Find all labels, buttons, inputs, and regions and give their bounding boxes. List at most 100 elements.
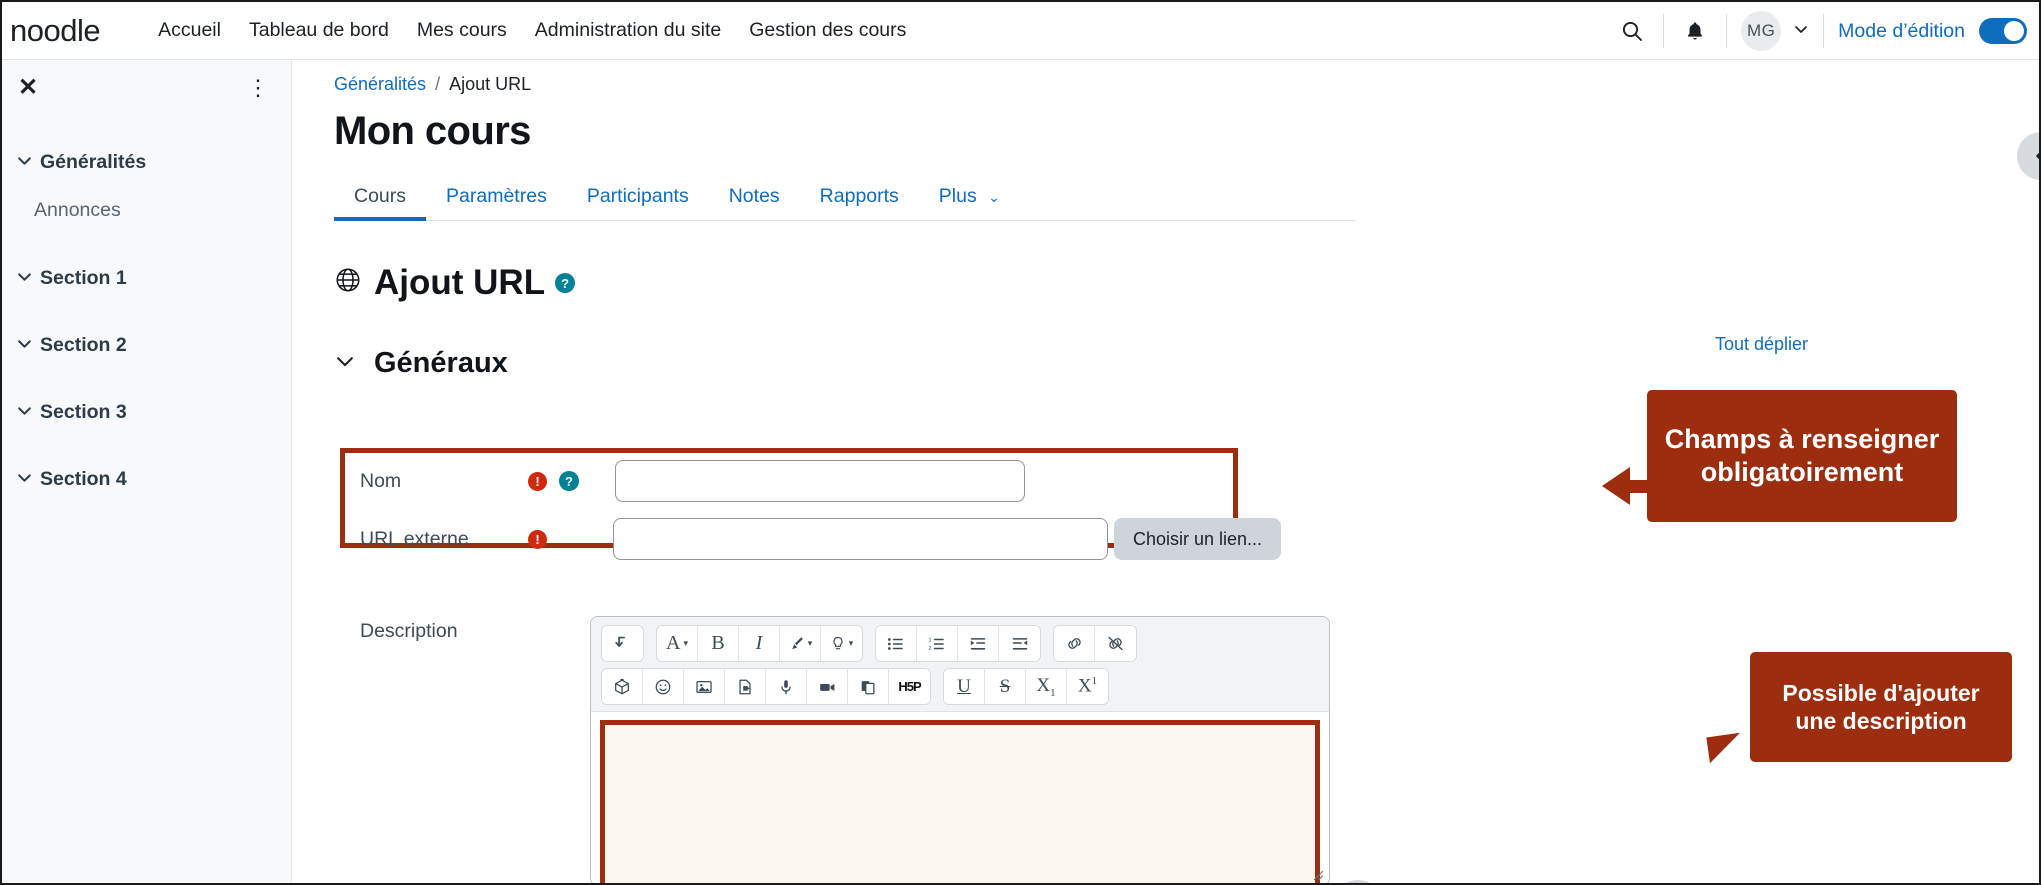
site-logo[interactable]: noodle xyxy=(10,13,101,49)
globe-icon xyxy=(334,263,362,303)
browser-window: noodle Accueil Tableau de bord Mes cours… xyxy=(0,0,2041,885)
user-menu-chevron-down-icon[interactable] xyxy=(1793,21,1809,42)
svg-text:1: 1 xyxy=(928,637,931,643)
expand-all-link[interactable]: Tout déplier xyxy=(1715,334,1808,355)
chevron-down-icon xyxy=(16,469,40,491)
image-icon[interactable] xyxy=(684,669,725,704)
required-indicator-icon[interactable]: ! xyxy=(528,529,547,549)
tab-label: Plus xyxy=(938,185,977,207)
chevron-down-icon xyxy=(16,152,40,174)
undo-redo-icon[interactable] xyxy=(602,626,643,661)
cube-3d-icon[interactable] xyxy=(602,669,643,704)
avatar[interactable]: MG xyxy=(1741,11,1782,51)
tab-label: Notes xyxy=(728,185,780,207)
superscript-icon[interactable]: X1 xyxy=(1067,669,1108,704)
text-style-icon[interactable]: A ▾ xyxy=(657,626,698,661)
sidebar-item-section-1[interactable]: Section 1 xyxy=(2,252,291,305)
edit-mode-toggle[interactable] xyxy=(1979,18,2027,44)
underline-icon[interactable]: U xyxy=(944,669,985,704)
breadcrumb-separator: / xyxy=(435,74,441,94)
sidebar-item-annonces[interactable]: Annonces xyxy=(2,189,291,232)
nav-link-mes-cours[interactable]: Mes cours xyxy=(403,19,521,42)
chevron-down-icon xyxy=(16,268,40,290)
tab-plus[interactable]: Plus ⌄ xyxy=(919,176,1020,220)
nav-link-tableau-de-bord[interactable]: Tableau de bord xyxy=(235,19,403,42)
navbar-right-actions: MG Mode d’édition xyxy=(1615,2,2027,60)
chevron-down-icon xyxy=(16,402,40,424)
video-camera-icon[interactable] xyxy=(807,669,848,704)
link-icon[interactable] xyxy=(1054,626,1095,661)
accessibility-bulb-icon[interactable]: ▾ xyxy=(821,626,862,661)
sidebar-item-section-4[interactable]: Section 4 xyxy=(2,453,291,506)
tab-participants[interactable]: Participants xyxy=(567,176,709,220)
notifications-bell-icon[interactable] xyxy=(1678,14,1712,48)
editor-toolbar-row-1: A ▾ B I ▾ ▾ 1 2 xyxy=(601,625,1319,662)
bulleted-list-icon[interactable] xyxy=(876,626,917,661)
numbered-list-icon[interactable]: 12 xyxy=(917,626,958,661)
tab-cours[interactable]: Cours xyxy=(334,176,427,221)
indent-icon[interactable] xyxy=(999,626,1040,661)
tab-notes[interactable]: Notes xyxy=(709,176,800,220)
help-icon[interactable]: ? xyxy=(555,273,576,293)
italic-icon[interactable]: I xyxy=(739,626,780,661)
nav-link-accueil[interactable]: Accueil xyxy=(144,19,235,42)
toolbar-group-format: U S X1 X1 xyxy=(943,668,1109,705)
h5p-icon[interactable]: H5P xyxy=(889,669,930,704)
description-textarea[interactable] xyxy=(600,720,1320,883)
nav-link-gestion-des-cours[interactable]: Gestion des cours xyxy=(735,19,920,42)
breadcrumb: Généralités / Ajout URL xyxy=(292,60,2039,95)
tab-rapports[interactable]: Rapports xyxy=(800,176,919,220)
tab-label: Participants xyxy=(586,185,689,207)
help-icon[interactable]: ? xyxy=(559,471,579,491)
field-row-nom: Nom ! ? xyxy=(360,460,1025,502)
field-label-description: Description xyxy=(360,620,458,642)
sidebar-item-label: Section 2 xyxy=(40,334,127,356)
annotation-callout-description: Possible d'ajouter une description xyxy=(1750,652,2012,762)
h5p-label: H5P xyxy=(898,679,921,694)
kebab-menu-icon[interactable]: ⋮ xyxy=(247,77,269,99)
navbar-divider-1 xyxy=(1663,14,1665,48)
primary-nav: Accueil Tableau de bord Mes cours Admini… xyxy=(144,19,920,42)
bold-icon[interactable]: B xyxy=(698,626,739,661)
breadcrumb-link-generalites[interactable]: Généralités xyxy=(334,74,426,95)
nom-input[interactable] xyxy=(615,460,1025,502)
paste-clipboard-icon[interactable] xyxy=(848,669,889,704)
tab-label: Paramètres xyxy=(446,185,547,207)
chevron-down-icon[interactable] xyxy=(334,350,356,378)
form-group-title: Généraux xyxy=(374,347,508,379)
sidebar-header: ✕ ⋮ xyxy=(2,60,291,110)
unlink-icon[interactable] xyxy=(1095,626,1136,661)
subscript-icon[interactable]: X1 xyxy=(1026,669,1067,704)
choisir-un-lien-button[interactable]: Choisir un lien... xyxy=(1114,518,1282,560)
tab-parametres[interactable]: Paramètres xyxy=(426,176,567,220)
toolbar-group-lists: 12 xyxy=(875,625,1041,662)
microphone-icon[interactable] xyxy=(766,669,807,704)
emoji-icon[interactable] xyxy=(643,669,684,704)
search-icon[interactable] xyxy=(1615,14,1649,48)
sidebar-item-label: Généralités xyxy=(40,151,147,173)
course-index-sidebar: ✕ ⋮ Généralités Annonces Section 1 Secti… xyxy=(2,60,292,883)
breadcrumb-current: Ajout URL xyxy=(449,74,532,94)
strikethrough-icon[interactable]: S xyxy=(985,669,1026,704)
edit-mode-label[interactable]: Mode d’édition xyxy=(1838,20,1965,43)
annotation-callout-required-fields: Champs à renseigner obligatoirement xyxy=(1647,390,1957,522)
media-file-icon[interactable] xyxy=(725,669,766,704)
nav-link-administration-du-site[interactable]: Administration du site xyxy=(521,19,735,42)
svg-text:2: 2 xyxy=(928,645,931,651)
callout-1-arrow xyxy=(1602,467,1630,505)
highlight-brush-icon[interactable]: ▾ xyxy=(780,626,821,661)
activity-heading-text: Ajout URL xyxy=(374,263,546,302)
help-floating-button[interactable]: ? xyxy=(1334,880,1382,883)
toolbar-group-text: A ▾ B I ▾ ▾ xyxy=(656,625,863,662)
url-externe-input[interactable] xyxy=(613,518,1108,560)
sidebar-item-generalites[interactable]: Généralités xyxy=(2,136,291,189)
close-icon[interactable]: ✕ xyxy=(18,76,38,100)
toolbar-group-undo xyxy=(601,625,644,662)
required-indicator-icon[interactable]: ! xyxy=(528,471,547,491)
outdent-icon[interactable] xyxy=(958,626,999,661)
editor-toolbar-row-2: H5P U S X1 X1 xyxy=(601,668,1319,705)
description-editor: A ▾ B I ▾ ▾ 1 2 H5P U S X1 X1 xyxy=(590,616,1330,883)
sidebar-item-label: Section 4 xyxy=(40,468,127,490)
sidebar-item-section-2[interactable]: Section 2 xyxy=(2,319,291,372)
sidebar-item-section-3[interactable]: Section 3 xyxy=(2,386,291,439)
